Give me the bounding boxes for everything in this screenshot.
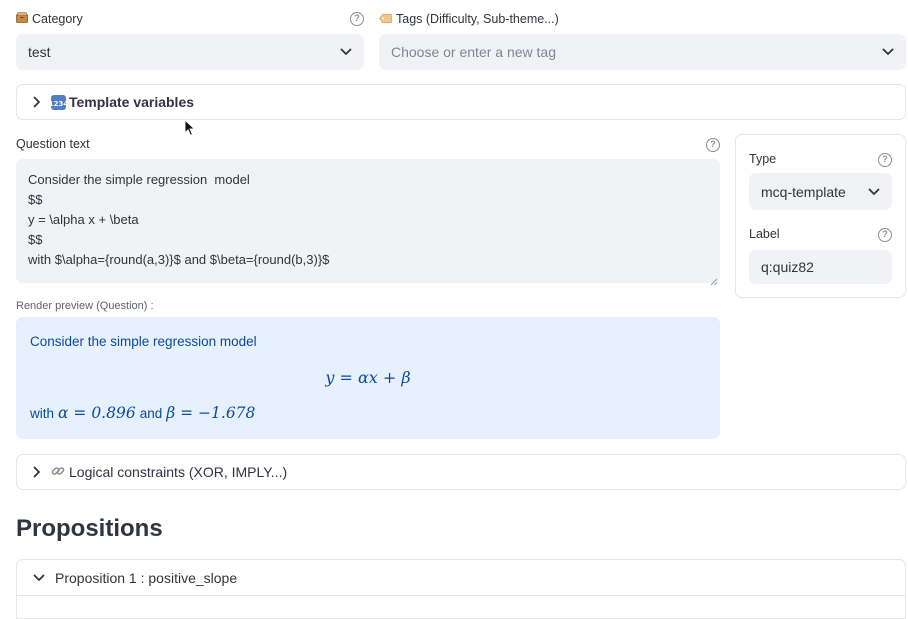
card-file-box-icon bbox=[16, 12, 28, 26]
preview-line-1: Consider the simple regression model bbox=[30, 334, 257, 349]
category-label: Category bbox=[32, 12, 83, 26]
logical-constraints-expander[interactable]: Logical constraints (XOR, IMPLY...) bbox=[16, 454, 906, 490]
label-help-icon[interactable]: ? bbox=[878, 228, 892, 242]
propositions-heading: Propositions bbox=[16, 515, 163, 542]
svg-text:1234: 1234 bbox=[51, 100, 66, 108]
category-label-row: Category bbox=[16, 12, 83, 26]
category-help-icon[interactable]: ? bbox=[350, 12, 364, 26]
proposition-header[interactable]: Proposition 1 : positive_slope bbox=[17, 560, 905, 596]
logical-constraints-label: Logical constraints (XOR, IMPLY...) bbox=[69, 464, 288, 480]
preview-and: and bbox=[139, 406, 163, 421]
chevron-right-icon bbox=[33, 96, 41, 108]
type-help-icon[interactable]: ? bbox=[878, 153, 892, 167]
type-label: Type bbox=[749, 152, 777, 166]
preview-line-2: with α = 0.896 and β = −1.678 bbox=[30, 404, 255, 422]
proposition-label: Proposition 1 : positive_slope bbox=[55, 569, 238, 586]
chevron-right-icon bbox=[33, 466, 41, 478]
question-text-input[interactable]: Consider the simple regression model $$ … bbox=[16, 159, 720, 283]
input-numbers-icon: 1234 bbox=[51, 94, 66, 110]
label-icon bbox=[379, 12, 392, 26]
question-help-icon[interactable]: ? bbox=[706, 138, 720, 152]
question-text-label: Question text bbox=[16, 137, 90, 151]
label-field-label: Label bbox=[749, 227, 780, 241]
chevron-down-icon bbox=[882, 48, 894, 56]
tags-multiselect[interactable]: Choose or enter a new tag bbox=[379, 34, 906, 70]
category-select-value: test bbox=[28, 44, 51, 60]
chevron-down-icon bbox=[33, 574, 45, 582]
proposition-expander: Proposition 1 : positive_slope bbox=[16, 559, 906, 619]
tags-placeholder: Choose or enter a new tag bbox=[391, 44, 556, 60]
question-meta-card: Type ? mcq-template Label ? q:quiz82 bbox=[735, 134, 906, 298]
template-variables-label: Template variables bbox=[69, 94, 195, 110]
link-icon bbox=[51, 464, 65, 481]
tags-label-row: Tags (Difficulty, Sub-theme...) bbox=[379, 12, 559, 26]
resize-handle-icon[interactable] bbox=[710, 273, 718, 291]
preview-alpha: α = 0.896 bbox=[58, 404, 136, 422]
chevron-down-icon bbox=[868, 188, 880, 196]
preview-label: Render preview (Question) : bbox=[16, 300, 154, 312]
preview-with: with bbox=[30, 406, 55, 421]
template-variables-expander[interactable]: 1234 Template variables bbox=[16, 84, 906, 120]
type-select[interactable]: mcq-template bbox=[749, 173, 892, 210]
category-select[interactable]: test bbox=[16, 34, 364, 70]
type-select-value: mcq-template bbox=[761, 183, 846, 200]
chevron-down-icon bbox=[340, 48, 352, 56]
label-input[interactable]: q:quiz82 bbox=[749, 250, 892, 284]
question-preview: Consider the simple regression model y =… bbox=[16, 317, 720, 439]
tags-label: Tags (Difficulty, Sub-theme...) bbox=[396, 12, 559, 26]
mouse-cursor-icon bbox=[184, 118, 196, 142]
preview-beta: β = −1.678 bbox=[166, 404, 256, 422]
label-input-value: q:quiz82 bbox=[761, 259, 814, 275]
preview-equation: y = αx + β bbox=[325, 368, 411, 387]
